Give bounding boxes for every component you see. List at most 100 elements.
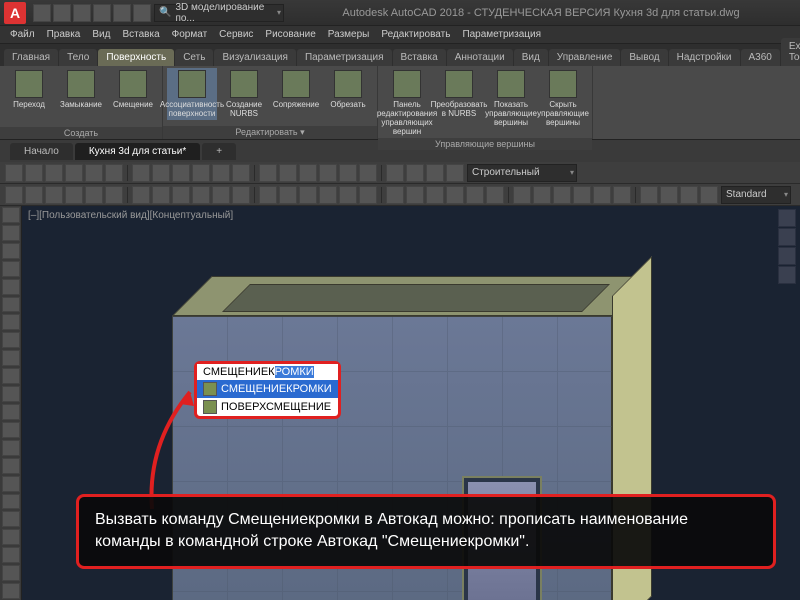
doc-tab[interactable]: Начало bbox=[10, 143, 73, 160]
tab-Аннотации[interactable]: Аннотации bbox=[447, 49, 513, 66]
toolbar-icon[interactable] bbox=[359, 186, 377, 204]
draw-tool-icon[interactable] bbox=[2, 511, 20, 527]
draw-tool-icon[interactable] bbox=[2, 332, 20, 348]
qat-redo-icon[interactable] bbox=[113, 4, 131, 22]
toolbar-icon[interactable] bbox=[259, 186, 277, 204]
doc-tab[interactable]: Кухня 3d для статьи* bbox=[75, 143, 200, 160]
ribbon-btn[interactable]: Обрезать bbox=[323, 68, 373, 120]
draw-tool-icon[interactable] bbox=[2, 368, 20, 384]
toolbar-icon[interactable] bbox=[533, 186, 551, 204]
toolbar-icon[interactable] bbox=[25, 164, 43, 182]
draw-tool-icon[interactable] bbox=[2, 225, 20, 241]
toolbar-icon[interactable] bbox=[553, 186, 571, 204]
draw-tool-icon[interactable] bbox=[2, 529, 20, 545]
draw-tool-icon[interactable] bbox=[2, 386, 20, 402]
nav-zoom-icon[interactable] bbox=[778, 266, 796, 284]
menu-файл[interactable]: Файл bbox=[10, 29, 35, 40]
toolbar-icon[interactable] bbox=[172, 164, 190, 182]
autocomplete-option[interactable]: ПОВЕРХСМЕЩЕНИЕ bbox=[197, 398, 338, 416]
ribbon-btn[interactable]: Панель редактирования управляющих вершин bbox=[382, 68, 432, 138]
toolbar-icon[interactable] bbox=[299, 164, 317, 182]
toolbar-icon[interactable] bbox=[319, 186, 337, 204]
draw-tool-icon[interactable] bbox=[2, 583, 20, 599]
toolbar-icon[interactable] bbox=[700, 186, 718, 204]
tab-Главная[interactable]: Главная bbox=[4, 49, 58, 66]
toolbar-icon[interactable] bbox=[25, 186, 43, 204]
draw-tool-icon[interactable] bbox=[2, 422, 20, 438]
toolbar-combo[interactable]: Standard bbox=[721, 186, 791, 204]
draw-tool-icon[interactable] bbox=[2, 494, 20, 510]
toolbar-icon[interactable] bbox=[192, 164, 210, 182]
app-logo[interactable]: A bbox=[4, 2, 26, 24]
toolbar-icon[interactable] bbox=[279, 164, 297, 182]
toolbar-icon[interactable] bbox=[359, 164, 377, 182]
toolbar-icon[interactable] bbox=[319, 164, 337, 182]
tab-Визуализация[interactable]: Визуализация bbox=[214, 49, 295, 66]
toolbar-icon[interactable] bbox=[426, 186, 444, 204]
qat-open-icon[interactable] bbox=[53, 4, 71, 22]
toolbar-icon[interactable] bbox=[446, 186, 464, 204]
ribbon-btn[interactable]: Ассоциативность поверхности bbox=[167, 68, 217, 120]
tab-A360[interactable]: A360 bbox=[741, 49, 780, 66]
draw-tool-icon[interactable] bbox=[2, 243, 20, 259]
draw-tool-icon[interactable] bbox=[2, 440, 20, 456]
draw-tool-icon[interactable] bbox=[2, 261, 20, 277]
menu-вставка[interactable]: Вставка bbox=[122, 29, 159, 40]
draw-tool-icon[interactable] bbox=[2, 476, 20, 492]
toolbar-icon[interactable] bbox=[45, 164, 63, 182]
nav-pan-icon[interactable] bbox=[778, 247, 796, 265]
viewport-label[interactable]: [–][Пользовательский вид][Концептуальный… bbox=[28, 210, 233, 221]
toolbar-icon[interactable] bbox=[339, 186, 357, 204]
qat-save-icon[interactable] bbox=[73, 4, 91, 22]
menu-формат[interactable]: Формат bbox=[172, 29, 208, 40]
toolbar-icon[interactable] bbox=[232, 186, 250, 204]
qat-print-icon[interactable] bbox=[133, 4, 151, 22]
toolbar-icon[interactable] bbox=[406, 164, 424, 182]
toolbar-icon[interactable] bbox=[446, 164, 464, 182]
toolbar-icon[interactable] bbox=[680, 186, 698, 204]
menu-рисование[interactable]: Рисование bbox=[265, 29, 315, 40]
toolbar-icon[interactable] bbox=[65, 186, 83, 204]
toolbar-icon[interactable] bbox=[212, 186, 230, 204]
viewcube-controls[interactable] bbox=[778, 208, 798, 285]
draw-tool-icon[interactable] bbox=[2, 314, 20, 330]
toolbar-icon[interactable] bbox=[426, 164, 444, 182]
toolbar-icon[interactable] bbox=[85, 186, 103, 204]
toolbar-icon[interactable] bbox=[640, 186, 658, 204]
workspace-search[interactable]: 🔍3D моделирование по... bbox=[154, 4, 284, 22]
toolbar-icon[interactable] bbox=[152, 164, 170, 182]
toolbar-icon[interactable] bbox=[386, 186, 404, 204]
toolbar-icon[interactable] bbox=[486, 186, 504, 204]
toolbar-icon[interactable] bbox=[386, 164, 404, 182]
qat-undo-icon[interactable] bbox=[93, 4, 111, 22]
tab-Сеть[interactable]: Сеть bbox=[175, 49, 213, 66]
autocomplete-option[interactable]: СМЕЩЕНИЕКРОМКИ bbox=[197, 380, 338, 398]
toolbar-icon[interactable] bbox=[466, 186, 484, 204]
toolbar-icon[interactable] bbox=[406, 186, 424, 204]
toolbar-icon[interactable] bbox=[105, 186, 123, 204]
menu-вид[interactable]: Вид bbox=[92, 29, 110, 40]
toolbar-icon[interactable] bbox=[212, 164, 230, 182]
menu-правка[interactable]: Правка bbox=[47, 29, 81, 40]
draw-tool-icon[interactable] bbox=[2, 279, 20, 295]
new-doc-tab[interactable]: + bbox=[202, 143, 236, 160]
toolbar-icon[interactable] bbox=[105, 164, 123, 182]
drawing-canvas[interactable]: [–][Пользовательский вид][Концептуальный… bbox=[22, 206, 800, 600]
tab-Вид[interactable]: Вид bbox=[514, 49, 548, 66]
qat-new-icon[interactable] bbox=[33, 4, 51, 22]
ribbon-btn[interactable]: Смещение bbox=[108, 68, 158, 111]
draw-tool-icon[interactable] bbox=[2, 207, 20, 223]
ribbon-btn[interactable]: Преобразовать в NURBS bbox=[434, 68, 484, 138]
ribbon-btn[interactable]: Показать управляющие вершины bbox=[486, 68, 536, 138]
toolbar-icon[interactable] bbox=[5, 186, 23, 204]
tab-Параметризация[interactable]: Параметризация bbox=[297, 49, 392, 66]
tab-Управление[interactable]: Управление bbox=[549, 49, 621, 66]
toolbar-combo[interactable]: Строительный bbox=[467, 164, 577, 182]
draw-tool-icon[interactable] bbox=[2, 297, 20, 313]
ribbon-btn[interactable]: Создание NURBS bbox=[219, 68, 269, 120]
toolbar-icon[interactable] bbox=[339, 164, 357, 182]
tab-Вставка[interactable]: Вставка bbox=[393, 49, 446, 66]
toolbar-icon[interactable] bbox=[172, 186, 190, 204]
draw-tool-icon[interactable] bbox=[2, 350, 20, 366]
toolbar-icon[interactable] bbox=[132, 164, 150, 182]
